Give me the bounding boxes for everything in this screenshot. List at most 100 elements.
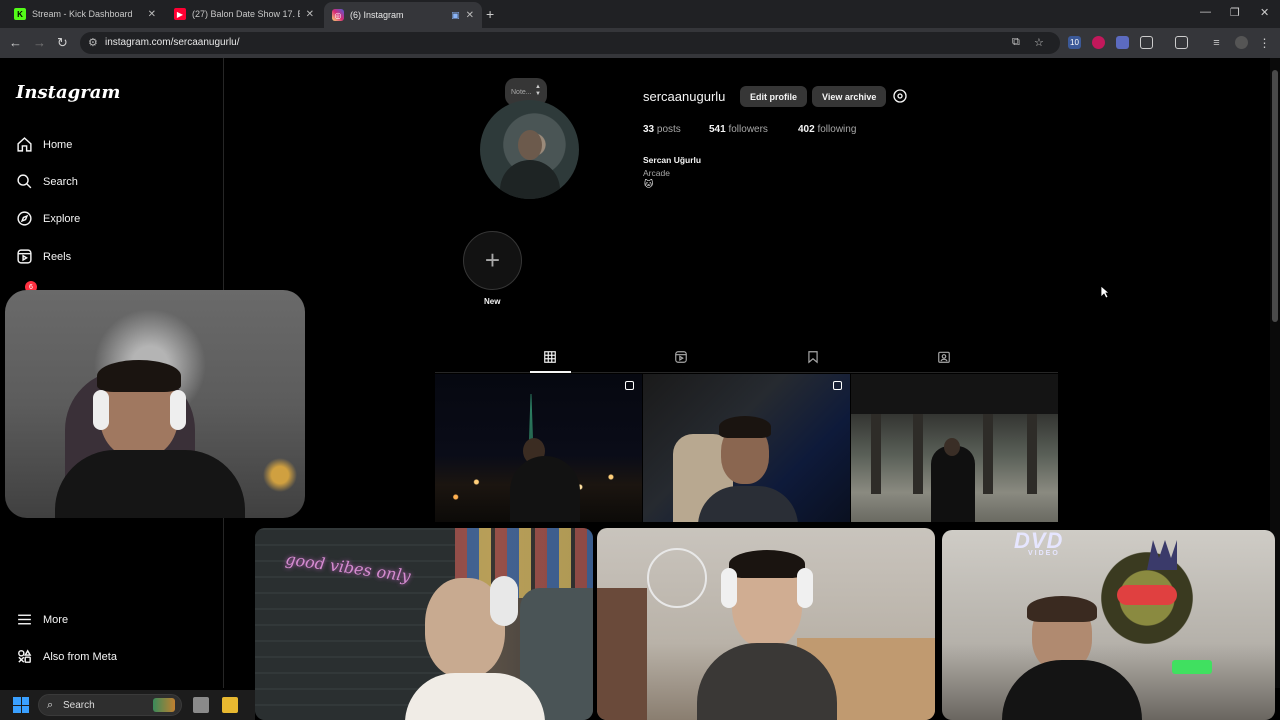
view-archive-button[interactable]: View archive [812,86,887,107]
carousel-icon [833,381,842,390]
guest-hair [1027,596,1097,622]
dvd-logo-subtitle: VIDEO [1028,550,1060,557]
post-thumbnail[interactable] [643,374,850,522]
tab-title: (27) Balon Date Show 17. Bölüm [192,9,300,19]
restore-icon[interactable]: ❐ [1230,6,1240,19]
sidebar-item-label: Also from Meta [43,650,117,663]
post-graphic [983,414,993,494]
webcam-overlay-guest-1: good vibes only [255,528,593,720]
profile-avatar[interactable] [480,100,579,199]
youtube-icon: ▶ [174,8,186,20]
cartoon-mohawk [1147,540,1177,570]
file-explorer-icon[interactable] [222,697,238,713]
tagged-icon[interactable] [937,350,951,364]
tab-kick-dashboard[interactable]: K Stream - Kick Dashboard ✕ [6,3,164,25]
tab-instagram[interactable]: ◎ (6) Instagram ▣ ✕ [324,2,482,28]
instagram-logo[interactable]: Instagram [16,82,120,103]
profile-category: Arcade [643,168,670,178]
active-tab-indicator [530,371,571,373]
sidebar-item-label: Explore [43,212,81,225]
reels-tab-icon[interactable] [674,350,688,364]
post-thumbnail[interactable] [435,374,642,522]
headphones [490,576,518,626]
post-graphic [871,414,881,494]
webcam-overlay-streamer [5,290,305,518]
tab-title: Stream - Kick Dashboard [32,9,133,19]
door-frame [597,588,647,720]
guest-hair [729,550,805,578]
close-icon[interactable]: ✕ [306,9,314,20]
meta-grid-icon [18,649,32,663]
search-icon: ⌕ [47,699,54,711]
scrollbar-thumb[interactable] [1272,70,1278,322]
microphone-light [1172,660,1212,674]
extension-icon[interactable]: 10 [1068,36,1081,49]
following-count[interactable]: 402 following [798,124,856,135]
webcam-overlay-guest-2 [597,528,935,720]
taskbar-search-label: Search [63,700,95,711]
address-bar[interactable]: ⚙ instagram.com/sercaanugurlu/ ⧉ ☆ [80,32,1060,54]
new-highlight-button[interactable]: + [463,231,522,290]
headphones [170,390,186,430]
profile-full-name: Sercan Uğurlu [643,155,702,165]
avatar-figure [518,130,542,160]
sidebar-item-reels[interactable]: Reels [16,248,71,265]
forward-icon[interactable]: → [33,35,46,50]
followers-count[interactable]: 541 followers [709,124,768,135]
figurine-decoration [260,455,300,495]
extension-badge: 10 [1070,38,1079,47]
posts-grid-icon[interactable] [543,350,557,364]
kebab-menu-icon[interactable]: ⋮ [1258,36,1271,50]
reels-icon [17,249,32,264]
post-thumbnail[interactable] [851,374,1058,522]
browser-tab-bar: K Stream - Kick Dashboard ✕ ▶ (27) Balon… [0,0,1280,28]
widget-icon[interactable] [153,698,175,712]
extension-icon[interactable] [1116,36,1129,49]
back-icon[interactable]: ← [9,35,22,50]
puzzle-icon[interactable] [1140,36,1153,49]
kick-icon: K [14,8,26,20]
media-icon[interactable]: ≡ [1210,36,1223,49]
fan-decoration [647,548,707,608]
new-tab-icon[interactable]: + [486,6,494,22]
instagram-icon: ◎ [332,9,344,21]
minimize-icon[interactable]: — [1200,6,1211,18]
install-app-icon[interactable]: ⧉ [1012,36,1020,49]
taskbar-search[interactable]: ⌕ Search [38,694,182,716]
headphones [721,568,737,608]
headphones [797,568,813,608]
windows-taskbar: ⌕ Search [0,690,255,720]
note-placeholder: Note... [511,88,532,96]
side-panel-icon[interactable] [1175,36,1188,49]
followers-number: 541 [709,124,726,135]
sidebar-item-label: Home [43,138,73,151]
settings-gear-icon[interactable] [892,88,908,104]
post-graphic [913,414,923,494]
close-icon[interactable]: ✕ [466,10,474,21]
sidebar-item-more[interactable]: More [16,611,68,628]
windows-start-icon[interactable] [13,697,29,713]
profile-avatar-icon[interactable] [1235,36,1248,49]
sidebar-item-home[interactable]: Home [16,136,72,153]
sidebar-item-search[interactable]: Search [16,173,78,190]
home-icon [17,137,32,152]
sidebar-item-explore[interactable]: Explore [16,210,80,227]
streamer-shirt [55,450,245,518]
edit-profile-button[interactable]: Edit profile [740,86,807,107]
site-info-icon[interactable]: ⚙ [88,36,98,49]
carousel-icon [625,381,634,390]
task-view-icon[interactable] [193,697,209,713]
headphones [93,390,109,430]
reload-icon[interactable]: ↻ [57,35,68,51]
saved-icon[interactable] [806,350,820,364]
sidebar-item-also-from-meta[interactable]: Also from Meta [16,648,117,665]
streamer-hair [97,360,181,392]
posts-number: 33 [643,124,655,135]
tab-title: (6) Instagram [350,10,404,20]
window-close-icon[interactable]: ✕ [1260,6,1269,19]
extension-icon[interactable] [1092,36,1105,49]
close-icon[interactable]: ✕ [148,9,156,20]
tab-youtube[interactable]: ▶ (27) Balon Date Show 17. Bölüm ✕ [166,3,322,25]
bookmark-star-icon[interactable]: ☆ [1034,36,1044,49]
note-arrows-icon: ▲ ▼ [535,84,541,97]
